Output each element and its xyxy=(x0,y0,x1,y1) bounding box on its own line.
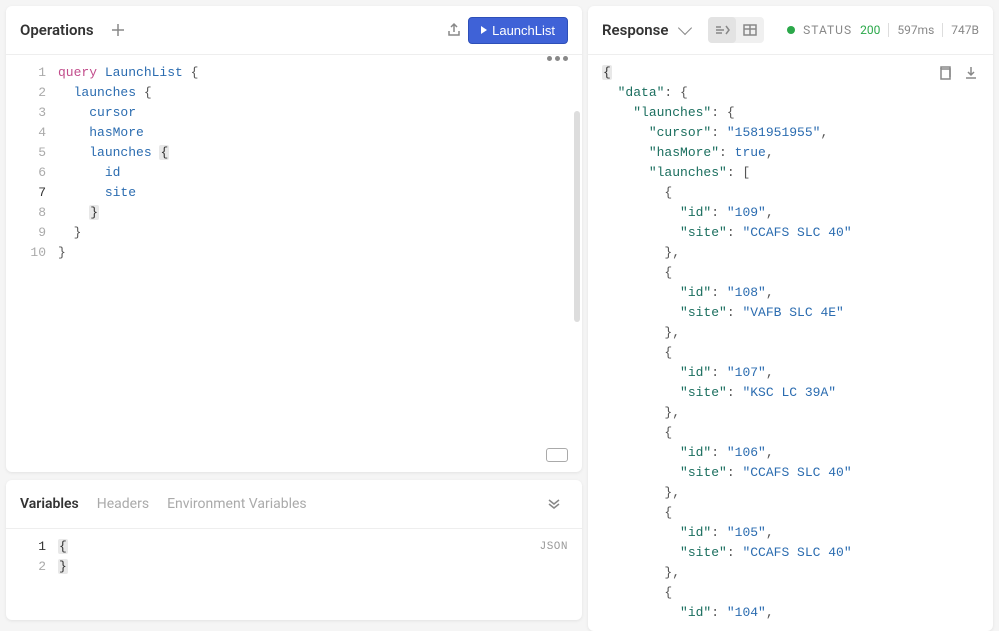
operations-panel: Operations LaunchList 12345678910 query … xyxy=(6,6,582,472)
scrollbar[interactable] xyxy=(574,111,580,322)
query-editor[interactable]: 12345678910 query LaunchList { launches … xyxy=(6,55,582,472)
json-view-button[interactable] xyxy=(708,17,736,43)
copy-button[interactable] xyxy=(937,65,953,88)
response-panel: Response STATUS 200 597ms 747B xyxy=(588,6,993,631)
variables-panel: Variables Headers Environment Variables … xyxy=(6,480,582,620)
variables-header: Variables Headers Environment Variables xyxy=(6,480,582,529)
operations-title: Operations xyxy=(20,21,94,39)
share-button[interactable] xyxy=(440,16,468,44)
line-gutter: 12 xyxy=(6,529,58,620)
operations-header: Operations LaunchList xyxy=(6,6,582,55)
tab-env-vars[interactable]: Environment Variables xyxy=(167,496,307,512)
response-dropdown[interactable] xyxy=(676,16,694,44)
code-content[interactable]: {} xyxy=(58,529,582,620)
play-icon xyxy=(481,26,487,34)
keyboard-shortcuts-icon[interactable] xyxy=(546,448,568,462)
run-button[interactable]: LaunchList xyxy=(468,17,568,44)
status-label: STATUS xyxy=(803,23,852,37)
response-size: 747B xyxy=(951,23,979,37)
download-button[interactable] xyxy=(963,65,979,88)
more-menu-button[interactable] xyxy=(547,56,568,61)
status-indicator-icon xyxy=(787,26,795,34)
chevron-down-icon xyxy=(678,21,692,35)
status-code: 200 xyxy=(860,23,880,37)
tab-variables[interactable]: Variables xyxy=(20,496,79,512)
line-gutter: 12345678910 xyxy=(6,55,58,472)
table-view-button[interactable] xyxy=(736,17,764,43)
add-operation-button[interactable] xyxy=(104,16,132,44)
variables-editor[interactable]: 12 {} JSON xyxy=(6,529,582,620)
response-time: 597ms xyxy=(897,23,934,37)
json-format-label: JSON xyxy=(540,537,568,557)
tab-headers[interactable]: Headers xyxy=(97,496,149,512)
response-title: Response xyxy=(602,21,668,39)
response-body[interactable]: { "data": { "launches": { "cursor": "158… xyxy=(588,55,993,631)
response-header: Response STATUS 200 597ms 747B xyxy=(588,6,993,55)
view-toggle xyxy=(708,17,764,43)
status-group: STATUS 200 597ms 747B xyxy=(787,23,979,37)
code-content[interactable]: query LaunchList { launches { cursor has… xyxy=(58,55,582,472)
collapse-button[interactable] xyxy=(540,490,568,518)
